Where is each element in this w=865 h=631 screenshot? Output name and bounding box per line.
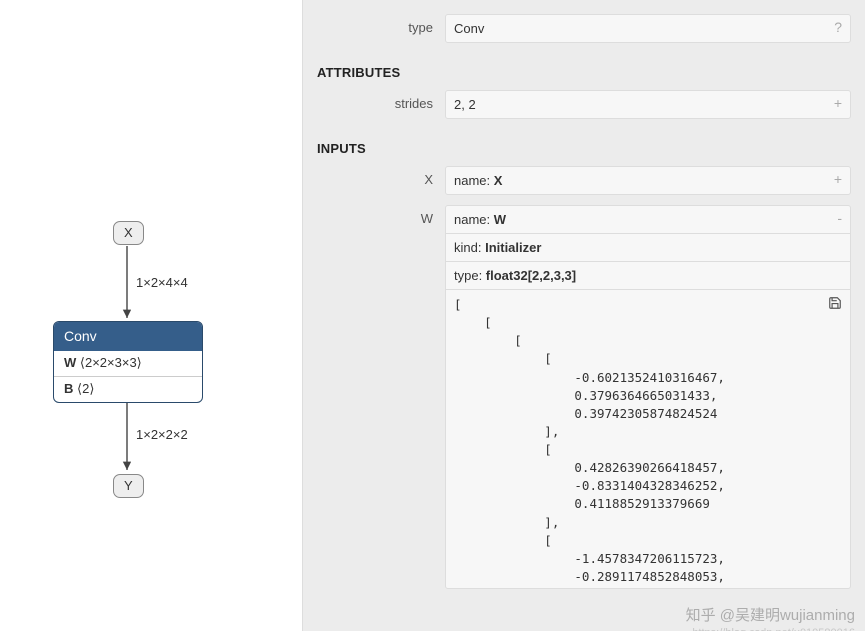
op-node-conv[interactable]: Conv W ⟨2×2×3×3⟩ B ⟨2⟩: [53, 321, 203, 403]
op-row-b-label: B: [64, 381, 73, 396]
input-w-type-box: type: float32[2,2,3,3]: [445, 261, 851, 290]
input-w-tensor-box: [ [ [ [ -0.6021352410316467, 0.379636466…: [445, 289, 851, 589]
attr-strides-box[interactable]: 2, 2 +: [445, 90, 851, 119]
edge-shape-out: 1×2×2×2: [136, 427, 188, 442]
input-w-name: W: [494, 212, 506, 227]
collapse-icon[interactable]: -: [837, 211, 842, 225]
op-row-w-label: W: [64, 355, 76, 370]
op-row-w: W ⟨2×2×3×3⟩: [54, 351, 202, 376]
output-node-label: Y: [124, 478, 133, 493]
input-w-type-prefix: type:: [454, 268, 486, 283]
input-w-label: W: [317, 205, 445, 226]
expand-icon[interactable]: +: [834, 172, 842, 186]
input-node-x[interactable]: X: [113, 221, 144, 245]
watermark-url: https://blog.csdn.net/u010580016: [692, 627, 855, 631]
input-w-kind-box: kind: Initializer: [445, 233, 851, 262]
watermark-text: 知乎 @吴建明wujianming: [686, 604, 855, 625]
type-value-box[interactable]: Conv ?: [445, 14, 851, 43]
input-x-name-prefix: name:: [454, 173, 494, 188]
expand-icon[interactable]: +: [834, 96, 842, 110]
op-row-b-shape: ⟨2⟩: [77, 381, 94, 396]
type-label: type: [317, 14, 445, 35]
graph-edges: [0, 0, 302, 631]
output-node-y[interactable]: Y: [113, 474, 144, 498]
input-w-tensor-data: [ [ [ [ -0.6021352410316467, 0.379636466…: [454, 296, 842, 589]
op-node-title: Conv: [54, 322, 202, 351]
input-w-type: float32[2,2,3,3]: [486, 268, 576, 283]
graph-canvas[interactable]: X 1×2×4×4 Conv W ⟨2×2×3×3⟩ B ⟨2⟩ 1×2×2×2…: [0, 0, 302, 631]
input-w-kind-prefix: kind:: [454, 240, 485, 255]
input-w-name-prefix: name:: [454, 212, 494, 227]
edge-shape-in: 1×2×4×4: [136, 275, 188, 290]
input-x-name: X: [494, 173, 503, 188]
attr-strides-label: strides: [317, 90, 445, 111]
type-value: Conv: [454, 21, 484, 36]
attr-strides-value: 2, 2: [454, 97, 476, 112]
attributes-heading: ATTRIBUTES: [317, 65, 851, 80]
op-row-b: B ⟨2⟩: [54, 376, 202, 402]
input-w-name-box[interactable]: name: W -: [445, 205, 851, 234]
op-row-w-shape: ⟨2×2×3×3⟩: [80, 355, 142, 370]
input-node-label: X: [124, 225, 133, 240]
input-w-kind: Initializer: [485, 240, 541, 255]
help-icon[interactable]: ?: [834, 20, 842, 34]
inputs-heading: INPUTS: [317, 141, 851, 156]
properties-panel: type Conv ? ATTRIBUTES strides 2, 2 + IN…: [302, 0, 865, 631]
save-icon[interactable]: [828, 296, 842, 315]
input-x-label: X: [317, 166, 445, 187]
input-x-box[interactable]: name: X +: [445, 166, 851, 195]
